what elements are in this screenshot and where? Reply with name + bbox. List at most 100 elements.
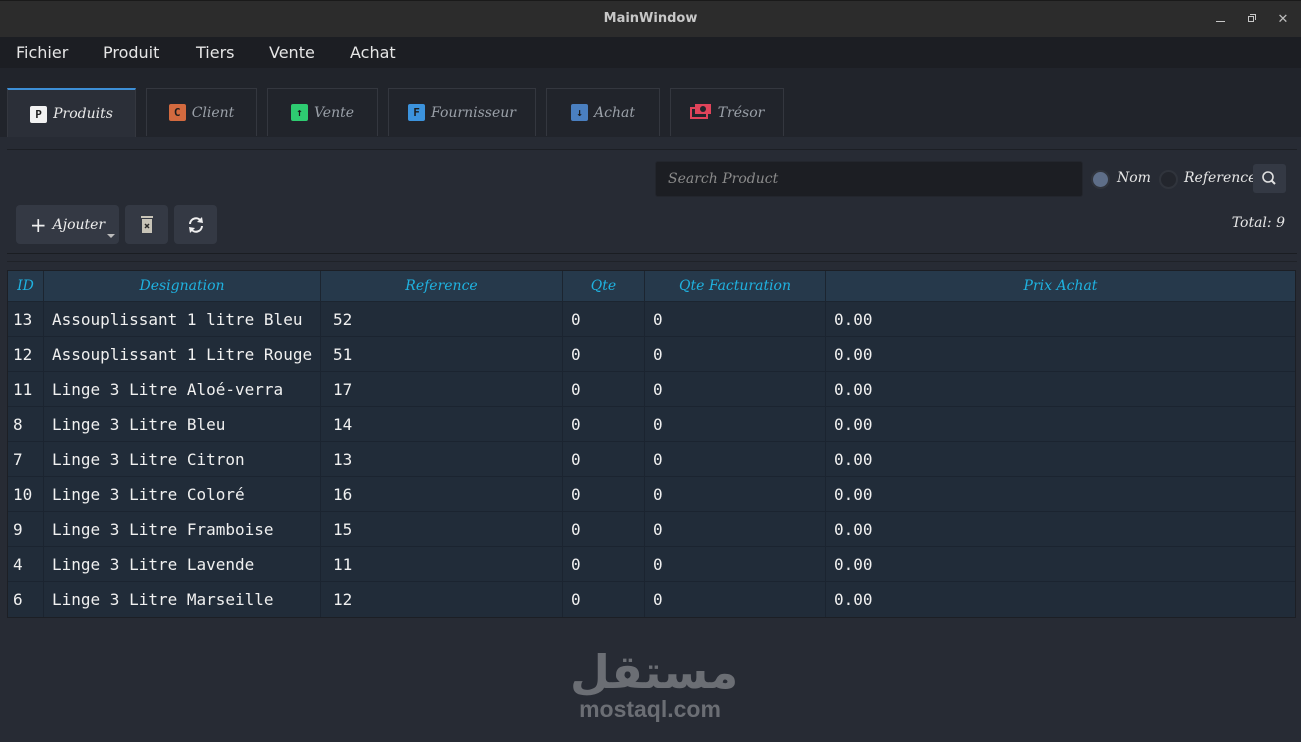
cell-designation[interactable]: Linge 3 Litre Citron <box>44 442 321 476</box>
cell-id[interactable]: 9 <box>8 512 44 546</box>
maximize-button[interactable] <box>1243 10 1263 30</box>
menu-vente[interactable]: Vente <box>269 43 315 62</box>
column-header-reference[interactable]: Reference <box>321 271 563 301</box>
cell-qte-facturation[interactable]: 0 <box>645 442 826 476</box>
cell-reference[interactable]: 17 <box>321 372 563 406</box>
cell-qte[interactable]: 0 <box>563 372 645 406</box>
table-row[interactable]: 4 Linge 3 Litre Lavende 11 0 0 0.00 <box>8 547 1295 582</box>
column-header-designation[interactable]: Designation <box>44 271 321 301</box>
cell-prix-achat[interactable]: 0.00 <box>826 582 1295 617</box>
cell-prix-achat[interactable]: 0.00 <box>826 477 1295 511</box>
cell-qte-facturation[interactable]: 0 <box>645 477 826 511</box>
add-label: Ajouter <box>52 216 106 233</box>
menu-fichier[interactable]: Fichier <box>16 43 68 62</box>
table-row[interactable]: 11 Linge 3 Litre Aloé-verra 17 0 0 0.00 <box>8 372 1295 407</box>
table-row[interactable]: 9 Linge 3 Litre Framboise 15 0 0 0.00 <box>8 512 1295 547</box>
cell-designation[interactable]: Linge 3 Litre Framboise <box>44 512 321 546</box>
tab-vente[interactable]: ↑ Vente <box>267 88 378 136</box>
radio-nom[interactable] <box>1091 170 1110 189</box>
cell-qte[interactable]: 0 <box>563 582 645 617</box>
cell-reference[interactable]: 11 <box>321 547 563 581</box>
column-header-prix-achat[interactable]: Prix Achat <box>826 271 1295 301</box>
delete-button[interactable] <box>125 205 168 244</box>
column-header-qte[interactable]: Qte <box>563 271 645 301</box>
cell-prix-achat[interactable]: 0.00 <box>826 407 1295 441</box>
minimize-icon <box>1216 21 1225 22</box>
cell-prix-achat[interactable]: 0.00 <box>826 337 1295 371</box>
tab-label: Vente <box>313 104 355 121</box>
cell-reference[interactable]: 52 <box>321 302 563 336</box>
table-row[interactable]: 10 Linge 3 Litre Coloré 16 0 0 0.00 <box>8 477 1295 512</box>
trash-icon <box>140 215 153 233</box>
search-input[interactable]: Search Product <box>655 161 1083 197</box>
cell-designation[interactable]: Linge 3 Litre Coloré <box>44 477 321 511</box>
produits-panel: Search Product Nom Reference + Ajouter T… <box>0 137 1301 742</box>
tab-bar: P Produits C Client ↑ Vente F Fournisseu… <box>0 68 1301 138</box>
radio-reference[interactable] <box>1159 170 1178 189</box>
column-header-qte-facturation[interactable]: Qte Facturation <box>645 271 826 301</box>
cell-id[interactable]: 4 <box>8 547 44 581</box>
cell-qte-facturation[interactable]: 0 <box>645 582 826 617</box>
cell-reference[interactable]: 13 <box>321 442 563 476</box>
cell-qte[interactable]: 0 <box>563 302 645 336</box>
minimize-button[interactable] <box>1211 10 1231 30</box>
cell-prix-achat[interactable]: 0.00 <box>826 442 1295 476</box>
cell-qte-facturation[interactable]: 0 <box>645 372 826 406</box>
cell-qte[interactable]: 0 <box>563 337 645 371</box>
cell-qte[interactable]: 0 <box>563 547 645 581</box>
cell-qte-facturation[interactable]: 0 <box>645 547 826 581</box>
cell-qte[interactable]: 0 <box>563 407 645 441</box>
tab-label: Produits <box>53 106 113 122</box>
cell-id[interactable]: 7 <box>8 442 44 476</box>
add-button[interactable]: + Ajouter <box>16 205 119 244</box>
cell-prix-achat[interactable]: 0.00 <box>826 512 1295 546</box>
menu-achat[interactable]: Achat <box>350 43 396 62</box>
refresh-button[interactable] <box>174 205 217 244</box>
table-row[interactable]: 7 Linge 3 Litre Citron 13 0 0 0.00 <box>8 442 1295 477</box>
tab-tresor[interactable]: Trésor <box>670 88 784 136</box>
table-row[interactable]: 6 Linge 3 Litre Marseille 12 0 0 0.00 <box>8 582 1295 617</box>
cell-id[interactable]: 10 <box>8 477 44 511</box>
cell-id[interactable]: 13 <box>8 302 44 336</box>
cell-reference[interactable]: 12 <box>321 582 563 617</box>
tab-achat[interactable]: ↓ Achat <box>546 88 660 136</box>
tab-client[interactable]: C Client <box>146 88 257 136</box>
cell-qte-facturation[interactable]: 0 <box>645 407 826 441</box>
cell-designation[interactable]: Assouplissant 1 litre Bleu <box>44 302 321 336</box>
close-button[interactable]: ✕ <box>1273 10 1293 30</box>
tab-produits[interactable]: P Produits <box>7 88 136 138</box>
cell-designation[interactable]: Assouplissant 1 Litre Rouge <box>44 337 321 371</box>
cell-qte[interactable]: 0 <box>563 512 645 546</box>
cell-designation[interactable]: Linge 3 Litre Aloé-verra <box>44 372 321 406</box>
cell-reference[interactable]: 14 <box>321 407 563 441</box>
table-row[interactable]: 13 Assouplissant 1 litre Bleu 52 0 0 0.00 <box>8 302 1295 337</box>
cell-qte[interactable]: 0 <box>563 442 645 476</box>
table-header: ID Designation Reference Qte Qte Factura… <box>8 271 1295 302</box>
tab-label: Fournisseur <box>431 104 516 121</box>
table-row[interactable]: 8 Linge 3 Litre Bleu 14 0 0 0.00 <box>8 407 1295 442</box>
cell-qte-facturation[interactable]: 0 <box>645 512 826 546</box>
cell-prix-achat[interactable]: 0.00 <box>826 372 1295 406</box>
cell-designation[interactable]: Linge 3 Litre Lavende <box>44 547 321 581</box>
cell-reference[interactable]: 16 <box>321 477 563 511</box>
cell-prix-achat[interactable]: 0.00 <box>826 547 1295 581</box>
cell-designation[interactable]: Linge 3 Litre Bleu <box>44 407 321 441</box>
cell-id[interactable]: 6 <box>8 582 44 617</box>
cell-reference[interactable]: 15 <box>321 512 563 546</box>
cell-reference[interactable]: 51 <box>321 337 563 371</box>
search-button[interactable] <box>1253 164 1286 193</box>
cell-id[interactable]: 8 <box>8 407 44 441</box>
cell-designation[interactable]: Linge 3 Litre Marseille <box>44 582 321 617</box>
cell-id[interactable]: 12 <box>8 337 44 371</box>
cell-qte-facturation[interactable]: 0 <box>645 337 826 371</box>
cell-qte-facturation[interactable]: 0 <box>645 302 826 336</box>
menu-produit[interactable]: Produit <box>103 43 159 62</box>
cell-id[interactable]: 11 <box>8 372 44 406</box>
tab-fournisseur[interactable]: F Fournisseur <box>388 88 536 136</box>
cell-qte[interactable]: 0 <box>563 477 645 511</box>
cell-prix-achat[interactable]: 0.00 <box>826 302 1295 336</box>
menu-tiers[interactable]: Tiers <box>196 43 234 62</box>
column-header-id[interactable]: ID <box>8 271 44 301</box>
dropdown-caret-icon[interactable] <box>107 234 115 238</box>
table-row[interactable]: 12 Assouplissant 1 Litre Rouge 51 0 0 0.00 <box>8 337 1295 372</box>
